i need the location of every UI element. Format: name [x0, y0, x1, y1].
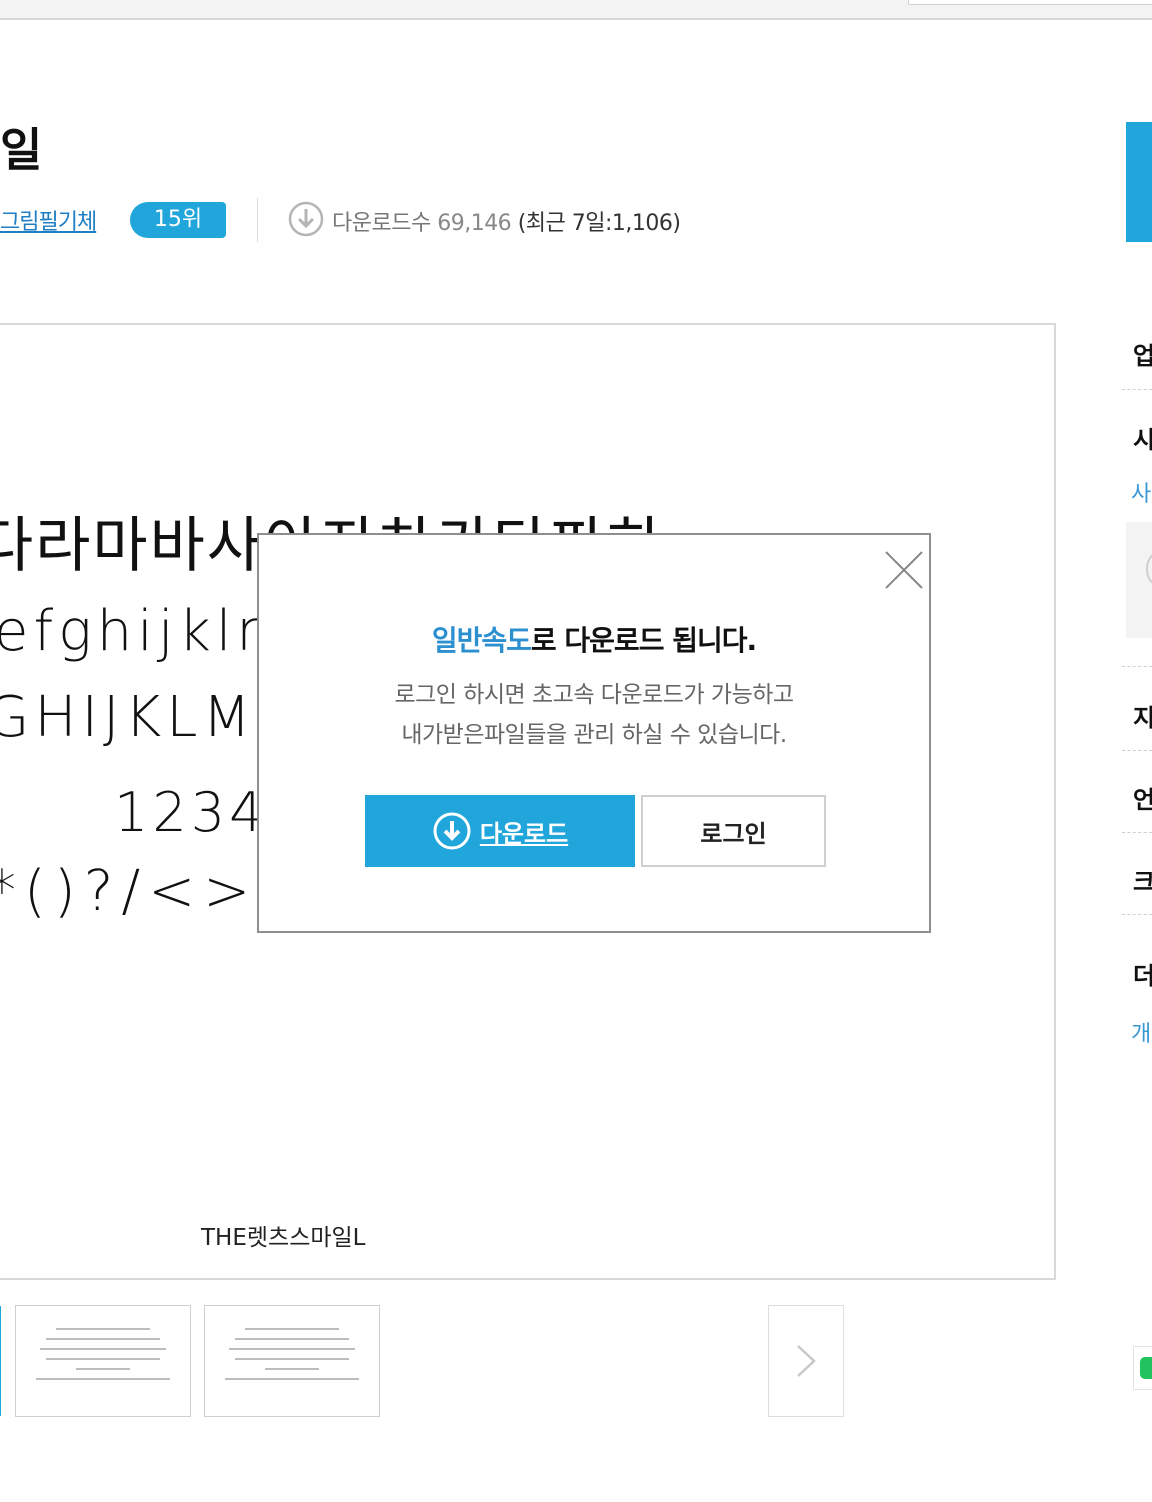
sidebar-label-upload: 업: [1133, 342, 1152, 370]
share-button[interactable]: [1133, 1346, 1152, 1390]
rank-badge: 15위: [130, 202, 226, 238]
font-title: 일: [0, 123, 42, 177]
sidebar-label-language: 언: [1133, 786, 1152, 814]
sidebar-download-button[interactable]: [1126, 122, 1152, 242]
download-count: 다운로드수 69,146 (최근 7일:1,106): [332, 211, 681, 236]
chevron-right-icon: [797, 1345, 816, 1377]
modal-desc-line: 내가받은파일들을 관리 하실 수 있습니다.: [401, 722, 787, 748]
thumbnail[interactable]: [204, 1305, 380, 1417]
sidebar-divider: [1122, 832, 1152, 833]
thumbnail-active-indicator: [0, 1306, 1, 1416]
sidebar-label-size: 크: [1133, 868, 1152, 896]
close-icon[interactable]: [883, 549, 925, 591]
sidebar-divider: [1122, 914, 1152, 915]
category-link[interactable]: 그림필기체: [0, 204, 97, 236]
sidebar-label-owner: 지: [1133, 704, 1152, 732]
speed-highlight: 일반속도: [431, 624, 532, 657]
sidebar-divider: [1122, 389, 1152, 390]
sidebar-label-more: 더: [1133, 962, 1152, 990]
meta-divider: [257, 198, 258, 242]
download-icon: [288, 201, 324, 237]
share-icon: [1140, 1357, 1152, 1379]
sidebar-divider: [1122, 666, 1152, 667]
modal-desc-line: 로그인 하시면 초고속 다운로드가 가능하고: [394, 682, 794, 708]
thumbnail-next-button[interactable]: [768, 1305, 844, 1417]
sidebar-divider: [1122, 750, 1152, 751]
login-button[interactable]: 로그인: [641, 795, 826, 867]
download-button-label: 다운로드: [479, 819, 569, 848]
download-modal: 일반속도로 다운로드 됩니다. 로그인 하시면 초고속 다운로드가 가능하고 내…: [257, 533, 931, 933]
modal-heading: 일반속도로 다운로드 됩니다.: [259, 619, 929, 659]
sidebar-label-usage: 시: [1133, 426, 1152, 454]
sidebar-link-usage[interactable]: 사: [1131, 476, 1151, 508]
modal-description: 로그인 하시면 초고속 다운로드가 가능하고 내가받은파일들을 관리 하실 수 …: [259, 675, 929, 755]
download-button[interactable]: 다운로드: [365, 795, 635, 867]
thumbnail[interactable]: [15, 1305, 191, 1417]
top-search-box[interactable]: [908, 0, 1152, 5]
top-bar: [0, 0, 1152, 20]
download-circle-icon: [433, 812, 471, 850]
modal-heading-rest: 로 다운로드 됩니다.: [530, 624, 757, 657]
sidebar-info-box: [1126, 522, 1152, 638]
sidebar-link-more[interactable]: 개: [1131, 1016, 1151, 1048]
font-meta: 그림필기체 15위 다운로드수 69,146 (최근 7일:1,106): [0, 196, 900, 244]
font-name-caption: THE렛츠스마일L: [201, 1225, 366, 1251]
